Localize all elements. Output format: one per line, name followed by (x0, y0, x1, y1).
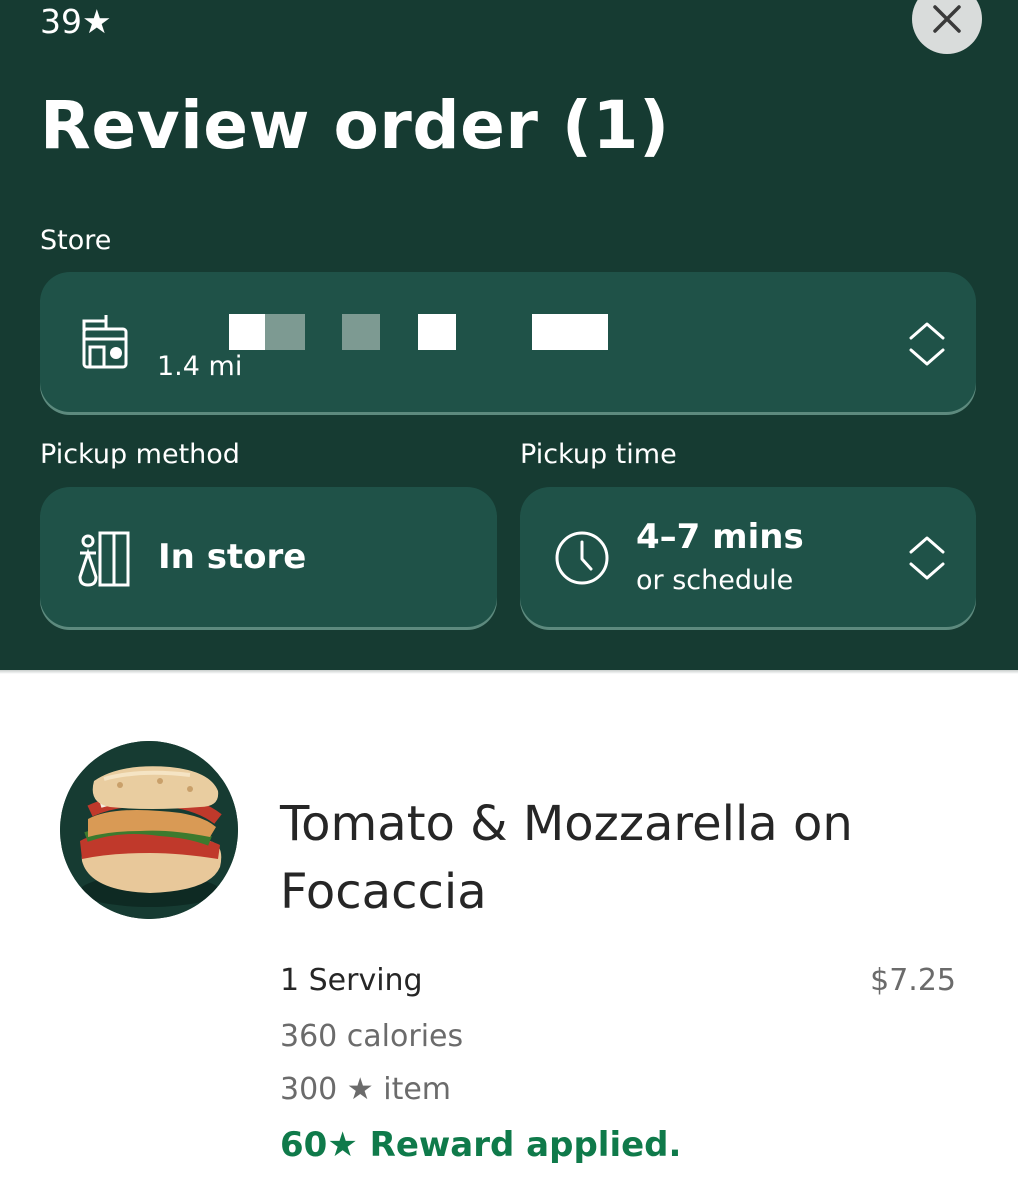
pickup-method-label: Pickup method (40, 439, 240, 470)
item-price: $7.25 (870, 963, 956, 998)
redacted-block (265, 314, 305, 350)
page-title: Review order (1) (40, 87, 670, 164)
store-selector[interactable] (40, 272, 976, 412)
chevron-updown-icon (904, 532, 950, 584)
item-serving: 1 Serving (280, 963, 423, 998)
chevron-updown-icon (904, 318, 950, 370)
item-name[interactable]: Tomato & Mozzarella on Focaccia (280, 790, 900, 926)
close-icon (933, 5, 961, 33)
pickup-time-schedule: or schedule (636, 565, 794, 596)
redacted-block (418, 314, 456, 350)
in-store-icon (74, 528, 134, 590)
pickup-time-value: 4–7 mins (636, 517, 804, 557)
header-divider (0, 670, 1018, 674)
redacted-block (532, 314, 608, 350)
reward-applied: 60★ Reward applied. (280, 1125, 682, 1165)
redacted-block (229, 314, 265, 350)
store-label: Store (40, 225, 112, 256)
redacted-block (342, 314, 380, 350)
item-calories: 360 calories (280, 1019, 464, 1054)
stars-balance: 39★ (40, 2, 112, 41)
pickup-time-label: Pickup time (520, 439, 677, 470)
sandwich-illustration (60, 741, 238, 919)
store-icon (74, 308, 134, 374)
pickup-method-value: In store (158, 537, 307, 577)
item-star-cost: 300 ★ item (280, 1072, 452, 1107)
item-image[interactable] (60, 741, 238, 919)
store-distance: 1.4 mi (157, 351, 243, 382)
clock-icon (552, 528, 612, 588)
